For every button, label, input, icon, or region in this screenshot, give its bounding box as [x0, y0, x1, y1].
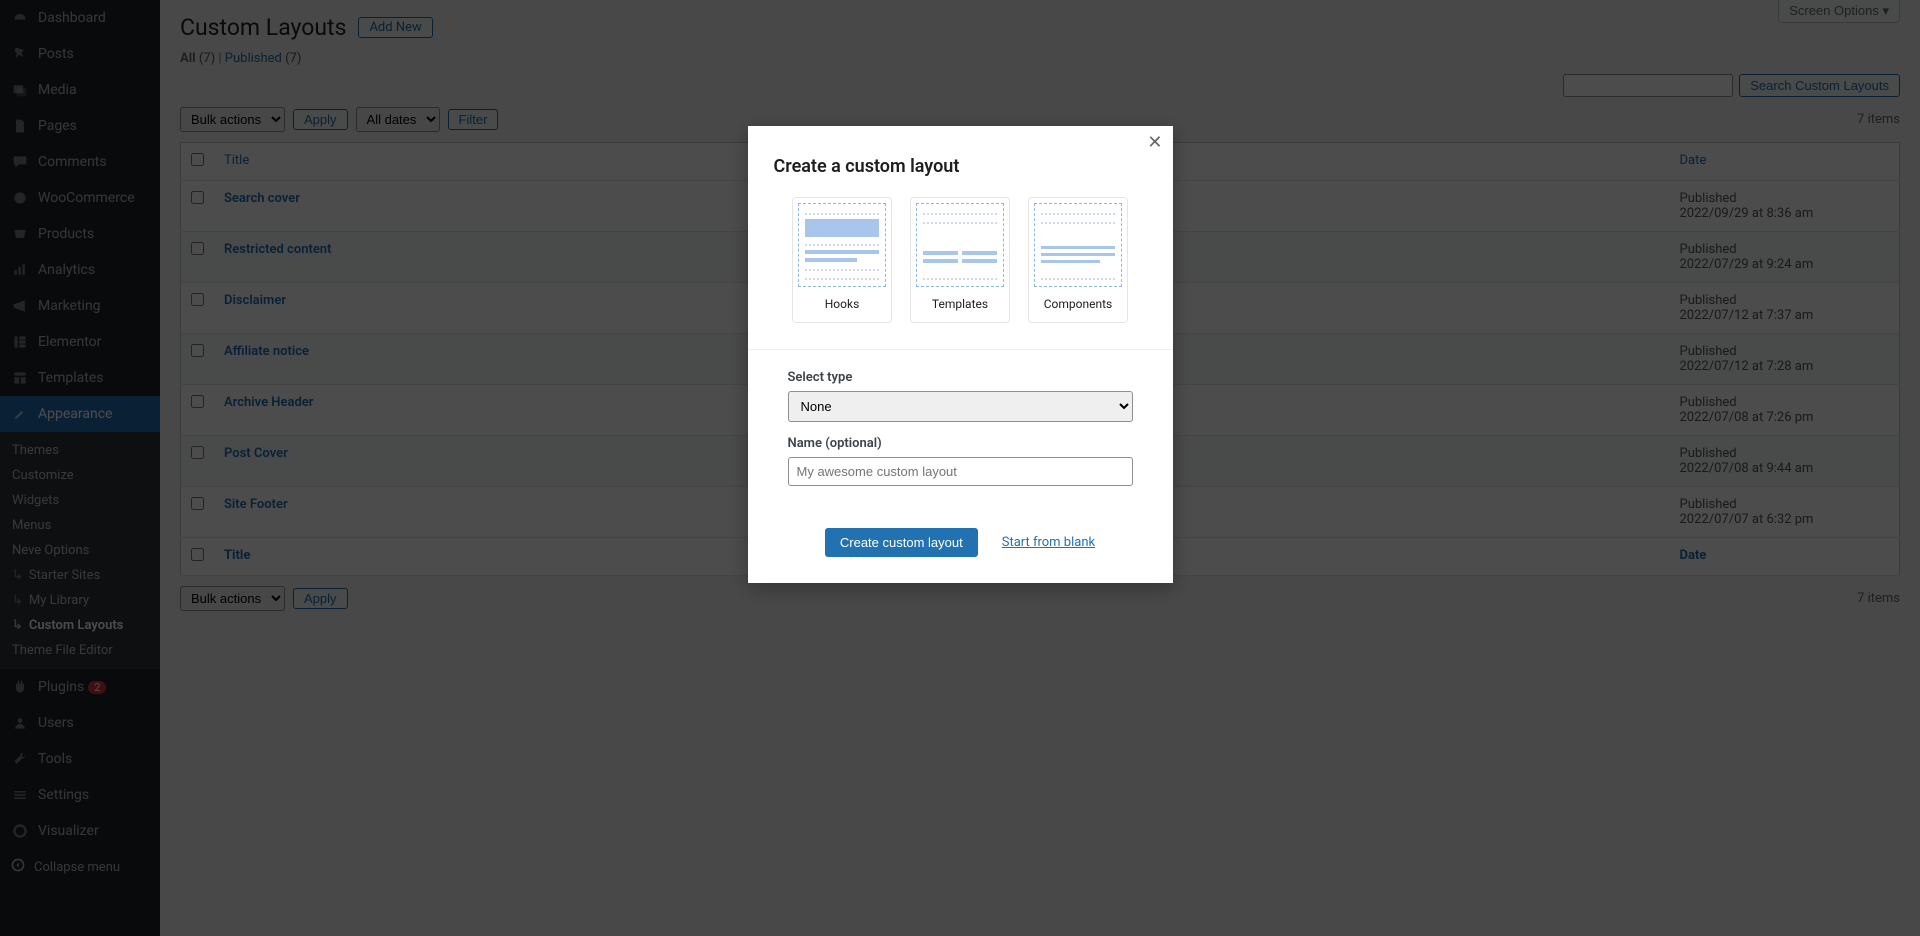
name-input[interactable]	[788, 457, 1133, 486]
type-card-templates[interactable]: Templates	[910, 197, 1010, 323]
modal-overlay[interactable]: ✕ Create a custom layout Hooks Templates…	[0, 0, 1920, 936]
create-layout-button[interactable]: Create custom layout	[825, 528, 978, 557]
type-card-hooks[interactable]: Hooks	[792, 197, 892, 323]
name-label: Name (optional)	[788, 436, 1133, 451]
type-card-components[interactable]: Components	[1028, 197, 1128, 323]
hooks-preview	[798, 203, 886, 287]
components-preview	[1034, 203, 1122, 287]
create-layout-modal: ✕ Create a custom layout Hooks Templates…	[748, 126, 1173, 583]
modal-title: Create a custom layout	[774, 156, 1147, 177]
select-type-dropdown[interactable]: None	[788, 391, 1133, 422]
templates-preview	[916, 203, 1004, 287]
close-icon[interactable]: ✕	[1147, 132, 1162, 153]
select-type-label: Select type	[788, 370, 1133, 385]
start-blank-link[interactable]: Start from blank	[1002, 535, 1095, 550]
